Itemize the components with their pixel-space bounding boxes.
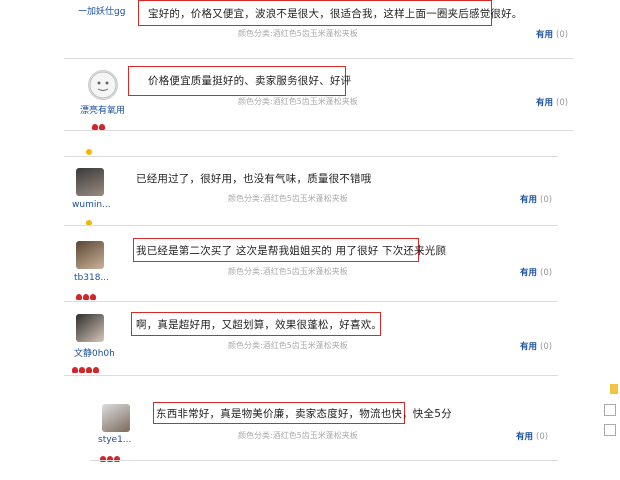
buyer-level-badges bbox=[76, 285, 97, 300]
gem-icon bbox=[83, 294, 89, 300]
avatar[interactable] bbox=[76, 168, 104, 196]
review-meta: 颜色分类:酒红色5齿玉米蓬松夹板 bbox=[228, 194, 348, 203]
divider bbox=[64, 130, 574, 131]
useful-button[interactable]: 有用 (0) bbox=[520, 193, 552, 205]
gem-icon bbox=[90, 294, 96, 300]
avatar[interactable] bbox=[88, 70, 118, 100]
useful-button[interactable]: 有用 (0) bbox=[520, 340, 552, 352]
review-comment: 东西非常好，真是物美价廉，卖家态度好，物流也快，快全5分 bbox=[156, 408, 452, 420]
username-link[interactable]: tb318... bbox=[74, 273, 109, 283]
buyer-level-badges bbox=[92, 115, 106, 130]
divider bbox=[64, 375, 558, 376]
divider bbox=[64, 156, 558, 157]
buyer-level-badges bbox=[72, 358, 100, 373]
gem-icon bbox=[79, 367, 85, 373]
gem-icon bbox=[107, 456, 113, 462]
review-meta: 颜色分类:酒红色5齿玉米蓬松夹板 bbox=[228, 267, 348, 276]
divider bbox=[64, 225, 558, 226]
divider bbox=[64, 301, 558, 302]
useful-button[interactable]: 有用 (0) bbox=[536, 28, 568, 40]
side-checkbox[interactable] bbox=[604, 404, 616, 416]
divider bbox=[90, 460, 558, 461]
review-meta: 颜色分类:酒红色5齿玉米蓬松夹板 bbox=[228, 341, 348, 350]
gem-icon bbox=[114, 456, 120, 462]
review-comment: 啊，真是超好用，又超划算，效果很蓬松，好喜欢。 bbox=[136, 319, 383, 331]
coin-icon bbox=[86, 149, 92, 155]
review-comment: 我已经是第二次买了 这次是帮我姐姐买的 用了很好 下次还来光顾 bbox=[136, 245, 447, 257]
avatar[interactable] bbox=[102, 404, 130, 432]
review-comment: 宝好的，价格又便宜，波浪不是很大，很适合我，这样上面一圈夹后感觉很好。 bbox=[148, 8, 523, 20]
gem-icon bbox=[93, 367, 99, 373]
level-coin bbox=[86, 211, 92, 226]
review-meta: 颜色分类:酒红色5齿玉米蓬松夹板 bbox=[238, 97, 358, 106]
gem-icon bbox=[72, 367, 78, 373]
buyer-level-badges bbox=[100, 447, 121, 462]
divider bbox=[64, 58, 574, 59]
gem-icon bbox=[86, 367, 92, 373]
gem-icon bbox=[76, 294, 82, 300]
review-meta: 颜色分类:酒红色5齿玉米蓬松夹板 bbox=[238, 431, 358, 440]
useful-button[interactable]: 有用 (0) bbox=[520, 266, 552, 278]
level-coin bbox=[86, 140, 92, 155]
side-checkbox[interactable] bbox=[604, 424, 616, 436]
username-link[interactable]: stye1... bbox=[98, 435, 131, 445]
review-comment: 已经用过了，很好用，也没有气味，质量很不错哦 bbox=[136, 173, 372, 185]
gem-icon bbox=[100, 456, 106, 462]
username-link[interactable]: 一加妖仕gg bbox=[78, 4, 125, 17]
review-meta: 颜色分类:酒红色5齿玉米蓬松夹板 bbox=[238, 29, 358, 38]
default-avatar-icon bbox=[89, 71, 117, 99]
avatar[interactable] bbox=[76, 241, 104, 269]
avatar[interactable] bbox=[76, 314, 104, 342]
useful-button[interactable]: 有用 (0) bbox=[536, 96, 568, 108]
useful-button[interactable]: 有用 (0) bbox=[516, 430, 548, 442]
side-tab-marker[interactable] bbox=[610, 384, 618, 394]
username-link[interactable]: wumin... bbox=[72, 200, 111, 210]
review-comment: 价格便宜质量挺好的、卖家服务很好、好评 bbox=[148, 75, 352, 87]
